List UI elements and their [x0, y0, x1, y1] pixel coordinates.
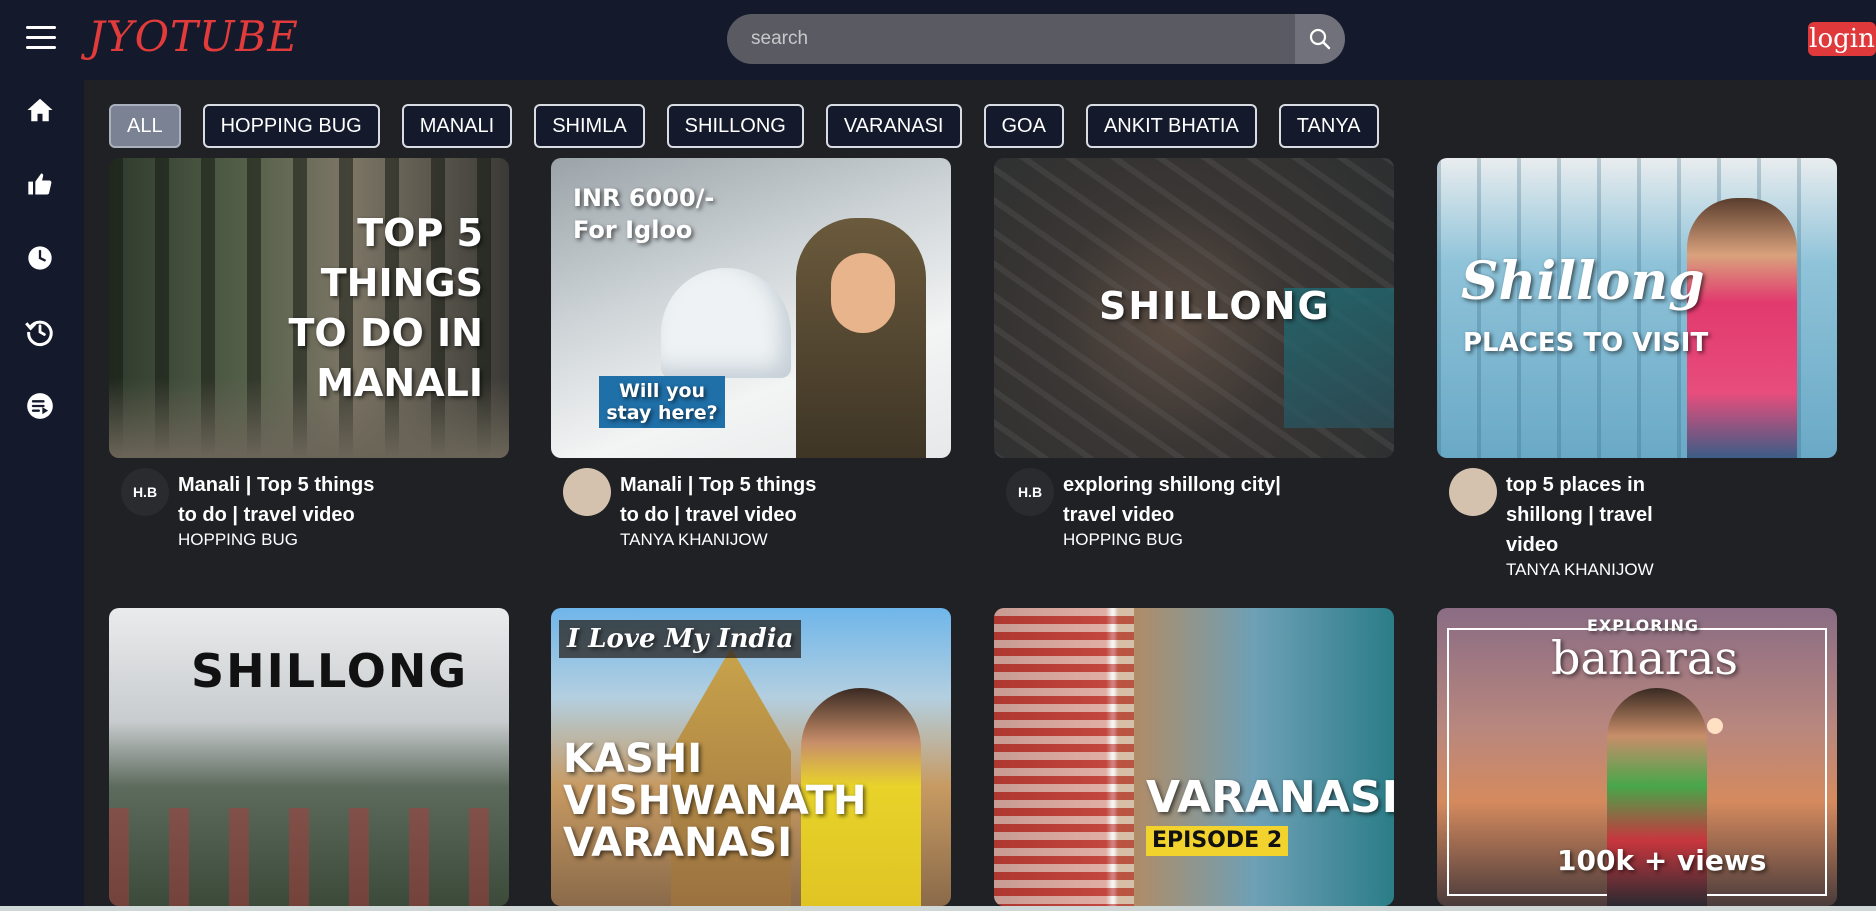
video-thumbnail[interactable]: VARANASI EPISODE 2 — [994, 608, 1394, 906]
video-meta: H.B Manali | Top 5 things to do | travel… — [109, 458, 509, 578]
thumbs-up-icon[interactable] — [24, 168, 56, 200]
chip-hopping-bug[interactable]: HOPPING BUG — [202, 104, 380, 148]
video-thumbnail[interactable]: SHILLONG — [994, 158, 1394, 458]
channel-avatar[interactable] — [1449, 468, 1497, 516]
chip-ankit-bhatia[interactable]: ANKIT BHATIA — [1085, 104, 1257, 148]
video-title[interactable]: exploring shillong city| travel video — [1063, 470, 1283, 530]
history-icon[interactable] — [24, 316, 56, 348]
chip-tanya[interactable]: TANYA — [1278, 104, 1379, 148]
video-card[interactable]: SHILLONG H.B exploring shillong city| tr… — [994, 158, 1394, 578]
left-sidebar — [0, 80, 84, 911]
search-input[interactable] — [727, 14, 1295, 64]
thumbnail-caption: INR 6000/- For Igloo — [573, 184, 715, 244]
login-button[interactable]: login — [1808, 22, 1876, 56]
category-chips: ALL HOPPING BUG MANALI SHIMLA SHILLONG V… — [109, 104, 1379, 148]
thumbnail-caption: banaras — [1551, 631, 1738, 685]
video-card[interactable]: SHILLONG — [109, 608, 509, 906]
thumbnail-caption: KASHI VISHWANATH VARANASI — [563, 736, 867, 866]
clock-icon[interactable] — [24, 242, 56, 274]
thumbnail-subcaption: I Love My India — [559, 620, 802, 658]
channel-name[interactable]: HOPPING BUG — [178, 530, 298, 550]
chip-goa[interactable]: GOA — [983, 104, 1064, 148]
video-thumbnail[interactable]: SHILLONG — [109, 608, 509, 906]
video-title[interactable]: top 5 places in shillong | travel video — [1506, 470, 1676, 560]
hamburger-menu-icon[interactable] — [26, 26, 56, 52]
thumbnail-caption: SHILLONG — [1099, 284, 1331, 328]
thumbnail-subcaption: PLACES TO VISIT — [1463, 328, 1709, 358]
playlist-icon[interactable] — [24, 390, 56, 422]
video-thumbnail[interactable]: Shillong PLACES TO VISIT — [1437, 158, 1837, 458]
chip-varanasi[interactable]: VARANASI — [825, 104, 962, 148]
video-card[interactable]: EXPLORING banaras 100k + views — [1437, 608, 1837, 906]
video-title[interactable]: Manali | Top 5 things to do | travel vid… — [620, 470, 840, 530]
channel-avatar[interactable]: H.B — [1006, 468, 1054, 516]
search-button[interactable] — [1295, 14, 1345, 64]
thumbnail-caption: VARANASI — [1146, 772, 1394, 823]
channel-avatar[interactable]: H.B — [121, 468, 169, 516]
channel-avatar[interactable] — [563, 468, 611, 516]
video-meta: top 5 places in shillong | travel video … — [1437, 458, 1837, 580]
thumbnail-subcaption: Will you stay here? — [599, 376, 725, 428]
video-thumbnail[interactable]: EXPLORING banaras 100k + views — [1437, 608, 1837, 906]
thumbnail-subcaption: EPISODE 2 — [1146, 826, 1289, 856]
video-card[interactable]: Shillong PLACES TO VISIT top 5 places in… — [1437, 158, 1837, 580]
thumbnail-views-text: 100k + views — [1557, 844, 1767, 877]
thumbnail-caption: SHILLONG — [191, 644, 469, 698]
video-meta: H.B exploring shillong city| travel vide… — [994, 458, 1394, 578]
thumbnail-caption: Shillong — [1461, 251, 1705, 312]
video-card[interactable]: VARANASI EPISODE 2 — [994, 608, 1394, 906]
video-meta: Manali | Top 5 things to do | travel vid… — [551, 458, 951, 578]
channel-name[interactable]: TANYA KHANIJOW — [1506, 560, 1654, 580]
thumbnail-caption: TOP 5 THINGS TO DO IN MANALI — [288, 211, 483, 405]
video-card[interactable]: INR 6000/- For Igloo Will you stay here?… — [551, 158, 951, 578]
bottom-divider — [0, 906, 1876, 911]
video-card[interactable]: TOP 5 THINGS TO DO IN MANALI H.B Manali … — [109, 158, 509, 578]
search-icon — [1309, 28, 1331, 50]
channel-name[interactable]: HOPPING BUG — [1063, 530, 1183, 550]
top-header: JYOTUBE login — [0, 0, 1876, 80]
video-thumbnail[interactable]: TOP 5 THINGS TO DO IN MANALI — [109, 158, 509, 458]
chip-all[interactable]: ALL — [109, 104, 181, 148]
video-title[interactable]: Manali | Top 5 things to do | travel vid… — [178, 470, 398, 530]
chip-manali[interactable]: MANALI — [401, 104, 513, 148]
home-icon[interactable] — [24, 94, 56, 126]
channel-name[interactable]: TANYA KHANIJOW — [620, 530, 768, 550]
video-card[interactable]: I Love My India KASHI VISHWANATH VARANAS… — [551, 608, 951, 906]
search-bar — [727, 14, 1345, 64]
chip-shimla[interactable]: SHIMLA — [534, 104, 645, 148]
chip-shillong[interactable]: SHILLONG — [666, 104, 804, 148]
app-logo[interactable]: JYOTUBE — [88, 12, 299, 61]
video-thumbnail[interactable]: INR 6000/- For Igloo Will you stay here? — [551, 158, 951, 458]
video-thumbnail[interactable]: I Love My India KASHI VISHWANATH VARANAS… — [551, 608, 951, 906]
